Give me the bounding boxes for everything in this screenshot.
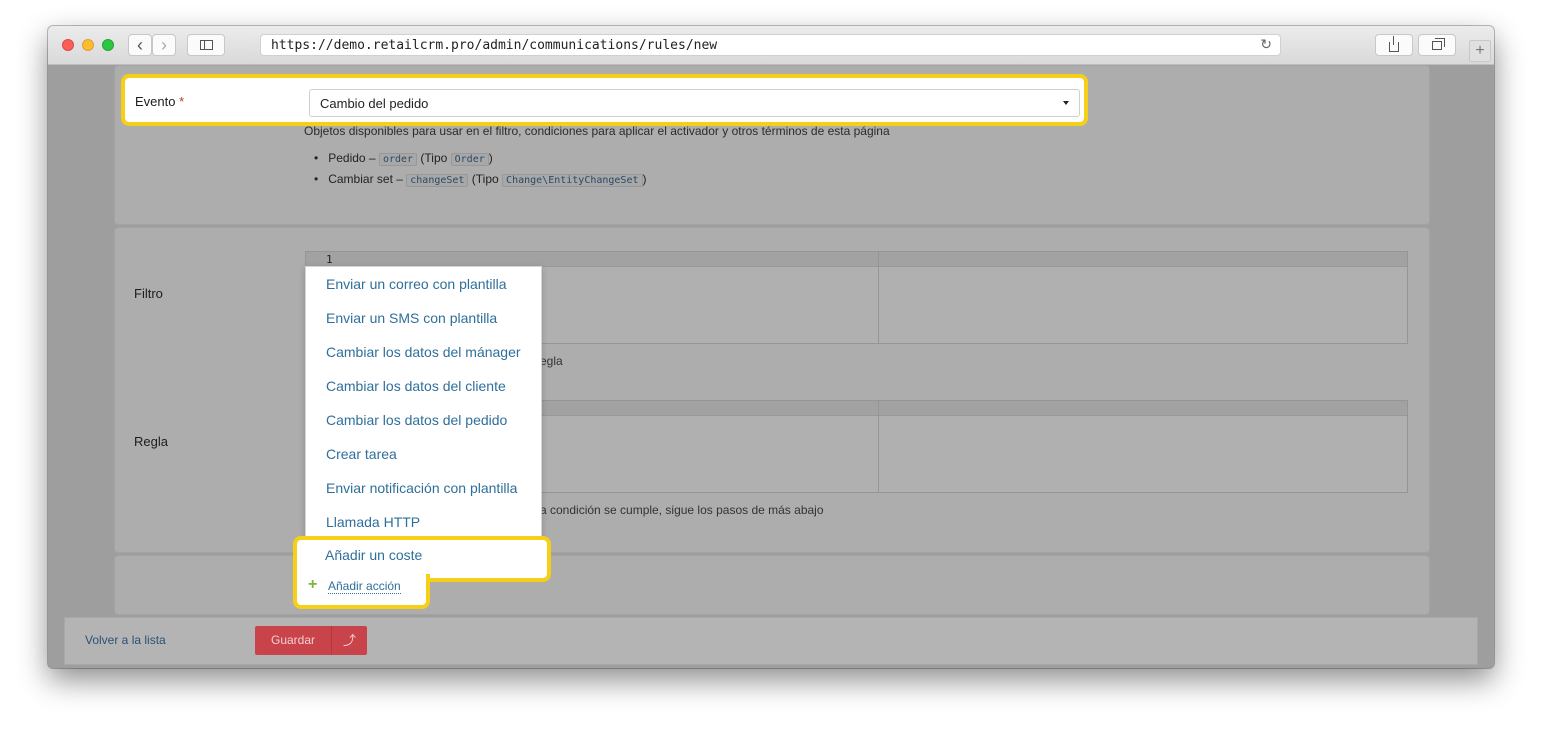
list-item: • Cambiar set – changeSet (Tipo Change\E… bbox=[314, 172, 647, 193]
page-content: Objetos disponibles para usar en el filt… bbox=[48, 65, 1494, 668]
back-button[interactable]: ‹ bbox=[128, 34, 152, 56]
bullet-icon: • bbox=[314, 151, 319, 165]
browser-toolbar: ‹ › https://demo.retailcrm.pro/admin/com… bbox=[48, 26, 1494, 65]
plus-icon: + bbox=[308, 576, 318, 593]
editor-gutter bbox=[306, 252, 1407, 267]
menu-item-send-email[interactable]: Enviar un correo con plantilla bbox=[326, 276, 507, 292]
zoom-window-button[interactable] bbox=[102, 39, 114, 51]
sidebar-icon bbox=[199, 40, 213, 50]
event-field-highlight: Evento * Cambio del pedido bbox=[121, 74, 1088, 126]
editor-divider bbox=[878, 252, 879, 343]
menu-item-send-sms[interactable]: Enviar un SMS con plantilla bbox=[326, 310, 497, 326]
editor-divider bbox=[878, 401, 879, 492]
object-type: Order bbox=[450, 153, 489, 166]
filter-hint: egla bbox=[540, 354, 563, 368]
url-text: https://demo.retailcrm.pro/admin/communi… bbox=[271, 38, 718, 53]
new-tab-button[interactable]: + bbox=[1469, 40, 1491, 62]
save-button-group: Guardar ⤴ bbox=[255, 626, 367, 655]
object-code: order bbox=[378, 153, 418, 166]
menu-item-change-order[interactable]: Cambiar los datos del pedido bbox=[326, 412, 507, 428]
event-select-value: Cambio del pedido bbox=[320, 96, 429, 111]
object-type: Change\EntityChangeSet bbox=[502, 174, 643, 187]
object-type-prefix: (Tipo bbox=[420, 151, 448, 165]
required-mark: * bbox=[179, 94, 185, 109]
object-code: changeSet bbox=[406, 174, 469, 187]
add-action-link[interactable]: Añadir acción bbox=[328, 579, 401, 594]
save-button[interactable]: Guardar bbox=[255, 626, 331, 655]
share-button[interactable] bbox=[1375, 34, 1413, 56]
minimize-window-button[interactable] bbox=[82, 39, 94, 51]
object-type-suffix: ) bbox=[488, 151, 493, 165]
reload-icon[interactable]: ↻ bbox=[1260, 36, 1272, 53]
objects-description: Objetos disponibles para usar en el filt… bbox=[304, 124, 890, 138]
object-name: Pedido – bbox=[328, 151, 376, 165]
back-to-list-link[interactable]: Volver a la lista bbox=[85, 633, 166, 647]
objects-list: • Pedido – order (Tipo Order) • Cambiar … bbox=[314, 151, 647, 193]
footer-bar: Volver a la lista Guardar ⤴ bbox=[64, 617, 1478, 665]
event-select[interactable]: Cambio del pedido bbox=[309, 89, 1080, 117]
rule-label: Regla bbox=[134, 434, 168, 449]
share-icon bbox=[1389, 36, 1399, 52]
menu-item-http-call[interactable]: Llamada HTTP bbox=[326, 514, 420, 530]
line-number: 1 bbox=[326, 253, 333, 266]
chevron-right-icon: › bbox=[161, 35, 167, 55]
menu-item-create-task[interactable]: Crear tarea bbox=[326, 446, 397, 462]
filter-label: Filtro bbox=[134, 286, 163, 301]
add-action-highlight: Añadir un coste + Añadir acción bbox=[293, 536, 551, 609]
rule-hint: a condición se cumple, sigue los pasos d… bbox=[540, 503, 824, 517]
menu-item-add-cost[interactable]: Añadir un coste bbox=[325, 547, 422, 563]
address-bar[interactable]: https://demo.retailcrm.pro/admin/communi… bbox=[260, 34, 1281, 56]
save-options-icon[interactable]: ⤴ bbox=[332, 626, 367, 655]
menu-item-change-manager[interactable]: Cambiar los datos del mánager bbox=[326, 344, 521, 360]
object-type-prefix: (Tipo bbox=[471, 172, 499, 186]
plus-icon: + bbox=[1475, 42, 1485, 59]
list-item: • Pedido – order (Tipo Order) bbox=[314, 151, 647, 172]
bullet-icon: • bbox=[314, 172, 319, 186]
actions-dropdown-menu: Enviar un correo con plantilla Enviar un… bbox=[305, 266, 542, 538]
sidebar-toggle-button[interactable] bbox=[187, 34, 225, 56]
object-type-suffix: ) bbox=[642, 172, 647, 186]
event-label: Evento * bbox=[135, 94, 185, 109]
chevron-left-icon: ‹ bbox=[137, 35, 143, 55]
tabs-icon bbox=[1432, 37, 1445, 50]
close-window-button[interactable] bbox=[62, 39, 74, 51]
caret-down-icon bbox=[1063, 101, 1069, 105]
tabs-overview-button[interactable] bbox=[1418, 34, 1456, 56]
forward-button[interactable]: › bbox=[152, 34, 176, 56]
object-name: Cambiar set – bbox=[328, 172, 403, 186]
menu-item-change-customer[interactable]: Cambiar los datos del cliente bbox=[326, 378, 506, 394]
menu-item-send-notification[interactable]: Enviar notificación con plantilla bbox=[326, 480, 517, 496]
